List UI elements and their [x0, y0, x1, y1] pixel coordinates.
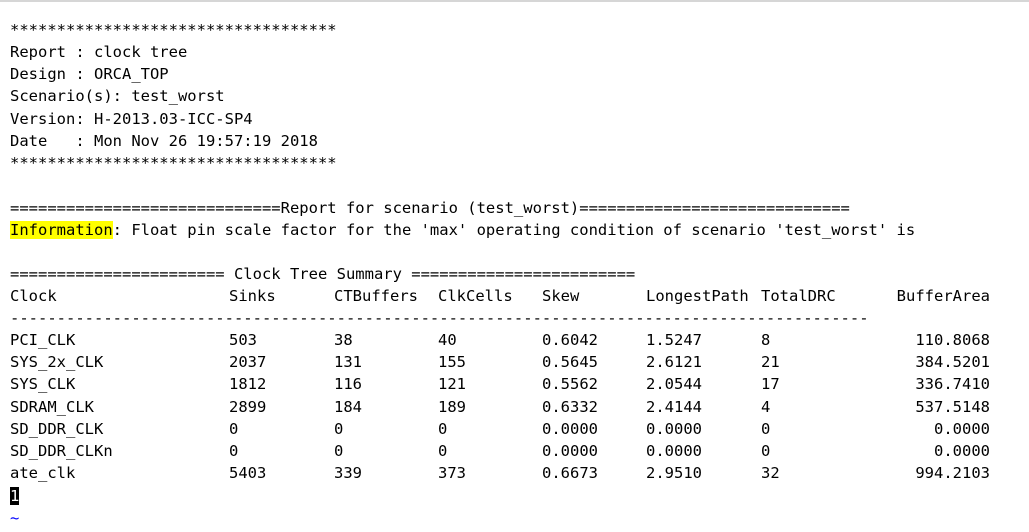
stars-top: ***********************************: [10, 21, 337, 39]
cell-totaldrc: 0: [761, 419, 771, 438]
cell-sinks: 1812: [229, 375, 267, 394]
cell-skew: 0.0000: [542, 419, 598, 438]
report-line: Report : clock tree: [10, 43, 188, 61]
summary-banner: ======================= Clock Tree Summa…: [10, 265, 636, 283]
information-text: : Float pin scale factor for the 'max' o…: [112, 221, 916, 239]
cell-clkcells: 0: [438, 442, 448, 460]
cell-longestpath: 2.6121: [646, 353, 702, 372]
cell-longestpath: 0.0000: [646, 442, 702, 460]
cell-ctbuffers: 131: [334, 353, 362, 372]
cell-clkcells: 40: [438, 331, 457, 349]
table-divider: ----------------------------------------…: [10, 309, 869, 327]
cell-totaldrc: 32: [761, 464, 780, 483]
table-row: PCI_CLK 503 38 40 0.6042 1.5247 8 110.8068: [10, 329, 1019, 351]
cell-sinks: 2037: [229, 353, 267, 372]
cell-sinks: 0: [229, 442, 239, 460]
cell-sinks: 2899: [229, 397, 267, 416]
stars-bottom: ***********************************: [10, 154, 337, 172]
cell-sinks: 503: [229, 331, 257, 349]
column-header-skew: Skew: [542, 287, 580, 305]
cell-clock: SYS_2x_CLK: [10, 353, 104, 372]
cell-ctbuffers: 184: [334, 397, 362, 416]
cell-longestpath: 2.4144: [646, 397, 702, 416]
table-row: SYS_2x_CLK 2037 131 155 0.5645 2.6121 21 384.52…: [10, 351, 1019, 373]
cell-skew: 0.5645: [542, 353, 598, 372]
cell-bufferarea: 537.5148: [915, 397, 990, 416]
table-row: SYS_CLK 1812 116 121 0.5562 2.0544 17 336.7410: [10, 373, 1019, 395]
cell-totaldrc: 8: [761, 331, 771, 349]
column-header-sinks: Sinks: [229, 287, 276, 305]
cell-ctbuffers: 116: [334, 375, 362, 394]
date-line: Date : Mon Nov 26 19:57:19 2018: [10, 132, 318, 150]
cell-longestpath: 1.5247: [646, 331, 702, 349]
information-line: Information: Float pin scale factor for …: [10, 219, 1029, 241]
version-line: Version: H-2013.03-ICC-SP4: [10, 110, 253, 128]
cell-ctbuffers: 0: [334, 419, 344, 438]
cell-ctbuffers: 0: [334, 442, 344, 460]
cell-totaldrc: 0: [761, 442, 771, 460]
cell-clock: PCI_CLK: [10, 331, 76, 349]
cell-sinks: 0: [229, 419, 239, 438]
column-header-ctbuffers: CTBuffers: [334, 287, 418, 305]
column-header-totaldrc: TotalDRC: [761, 287, 836, 305]
cell-clkcells: 155: [438, 353, 466, 372]
cell-clkcells: 0: [438, 419, 448, 438]
cell-clock: SD_DDR_CLKn: [10, 442, 113, 460]
column-header-clock: Clock: [10, 287, 57, 305]
table-row: ate_clk 5403 339 373 0.6673 2.9510 32 994.2103: [10, 462, 1019, 484]
cursor-line[interactable]: 1: [10, 485, 20, 507]
scenario-banner: =============================Report for …: [10, 199, 850, 217]
cell-bufferarea: 336.7410: [915, 375, 990, 394]
cell-longestpath: 0.0000: [646, 419, 702, 438]
cell-longestpath: 2.0544: [646, 375, 702, 394]
cell-skew: 0.0000: [542, 442, 598, 460]
terminal-window[interactable]: *********************************** Repo…: [0, 0, 1029, 532]
cursor[interactable]: 1: [10, 487, 20, 505]
cell-skew: 0.6332: [542, 397, 598, 416]
cell-clkcells: 121: [438, 375, 466, 394]
table-row: SDRAM_CLK 2899 184 189 0.6332 2.4144 4 537.5148: [10, 396, 1019, 418]
design-line: Design : ORCA_TOP: [10, 65, 169, 83]
cell-clock: SYS_CLK: [10, 375, 76, 394]
empty-line-tilde: ~: [10, 509, 20, 527]
cell-longestpath: 2.9510: [646, 464, 702, 483]
cell-sinks: 5403: [229, 464, 267, 483]
cell-clock: ate_clk: [10, 464, 76, 483]
cell-bufferarea: 994.2103: [915, 464, 990, 483]
cell-skew: 0.6673: [542, 464, 598, 483]
table-row: SD_DDR_CLKn 0 0 0 0.0000 0.0000 0 0.0000: [10, 440, 1019, 462]
cell-clock: SD_DDR_CLK: [10, 419, 104, 438]
cell-clock: SDRAM_CLK: [10, 397, 94, 416]
cell-bufferarea: 0.0000: [934, 419, 990, 438]
information-label: Information: [10, 221, 113, 239]
cell-bufferarea: 0.0000: [934, 442, 990, 460]
cell-clkcells: 373: [438, 464, 466, 483]
cell-bufferarea: 384.5201: [915, 353, 990, 372]
cell-totaldrc: 4: [761, 397, 771, 416]
cell-skew: 0.5562: [542, 375, 598, 394]
window-top-border: [0, 0, 1029, 2]
cell-bufferarea: 110.8068: [915, 331, 990, 349]
column-header-bufferarea: BufferArea: [896, 287, 990, 305]
cell-ctbuffers: 38: [334, 331, 353, 349]
cell-ctbuffers: 339: [334, 464, 362, 483]
table-header-row: Clock Sinks CTBuffers ClkCells Skew Long…: [10, 285, 1019, 307]
column-header-longestpath: LongestPath: [646, 287, 749, 305]
column-header-clkcells: ClkCells: [438, 287, 513, 305]
cell-clkcells: 189: [438, 397, 466, 416]
cell-totaldrc: 17: [761, 375, 780, 394]
cell-skew: 0.6042: [542, 331, 598, 349]
table-row: SD_DDR_CLK 0 0 0 0.0000 0.0000 0 0.0000: [10, 418, 1019, 440]
scenario-line: Scenario(s): test_worst: [10, 87, 225, 105]
cell-totaldrc: 21: [761, 353, 780, 372]
